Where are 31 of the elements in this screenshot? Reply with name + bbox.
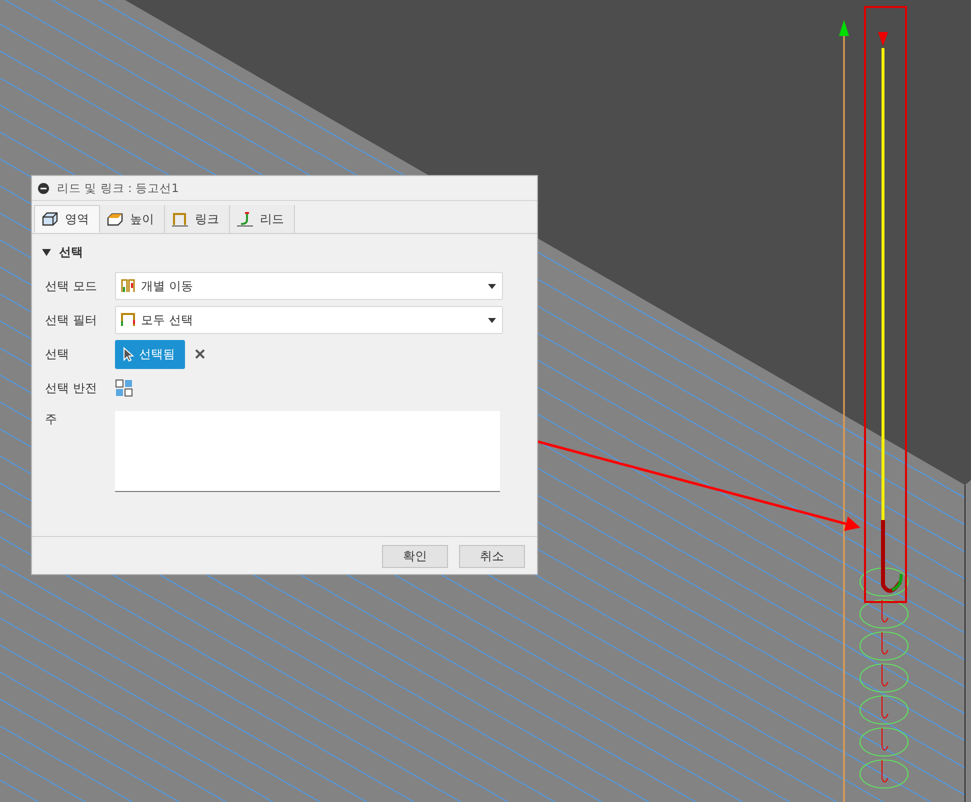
caret-icon [488,318,496,322]
field-label: 선택 반전 [45,380,98,396]
block-icon [106,211,124,227]
dialog-title: 리드 및 링크 : 등고선1 [57,180,179,196]
dropdown[interactable]: 개별 이동 [115,272,503,300]
arrowhead-icon [839,20,849,36]
cursor-icon [123,346,134,362]
dialog-button[interactable]: 취소 [459,545,525,568]
grid-icon[interactable] [115,379,133,397]
field-label: 선택 [45,346,70,362]
note-field[interactable] [115,411,500,492]
arrowhead-icon [878,32,888,46]
field-label: 주 [45,411,58,428]
tab[interactable]: 리드 [230,205,295,233]
tab[interactable]: 링크 [165,205,230,233]
dropdown[interactable]: 모두 선택 [115,306,503,334]
field-label: 선택 모드 [45,278,98,294]
bracket-icon [120,312,136,328]
minus-circle-icon[interactable] [38,182,49,194]
lead-curve-icon [236,211,254,227]
triangle-icon [42,249,51,256]
caret-icon [488,284,496,288]
cube-icon [41,211,59,227]
close-icon[interactable] [195,349,205,359]
section-header[interactable]: 선택 [42,244,527,261]
field-label: 선택 필터 [45,312,98,328]
dialog-button[interactable]: 확인 [382,545,448,568]
bracket-icon [171,211,189,227]
tab[interactable]: 영역 [34,205,100,233]
tab[interactable]: 높이 [100,205,165,233]
columns-icon [120,278,136,294]
